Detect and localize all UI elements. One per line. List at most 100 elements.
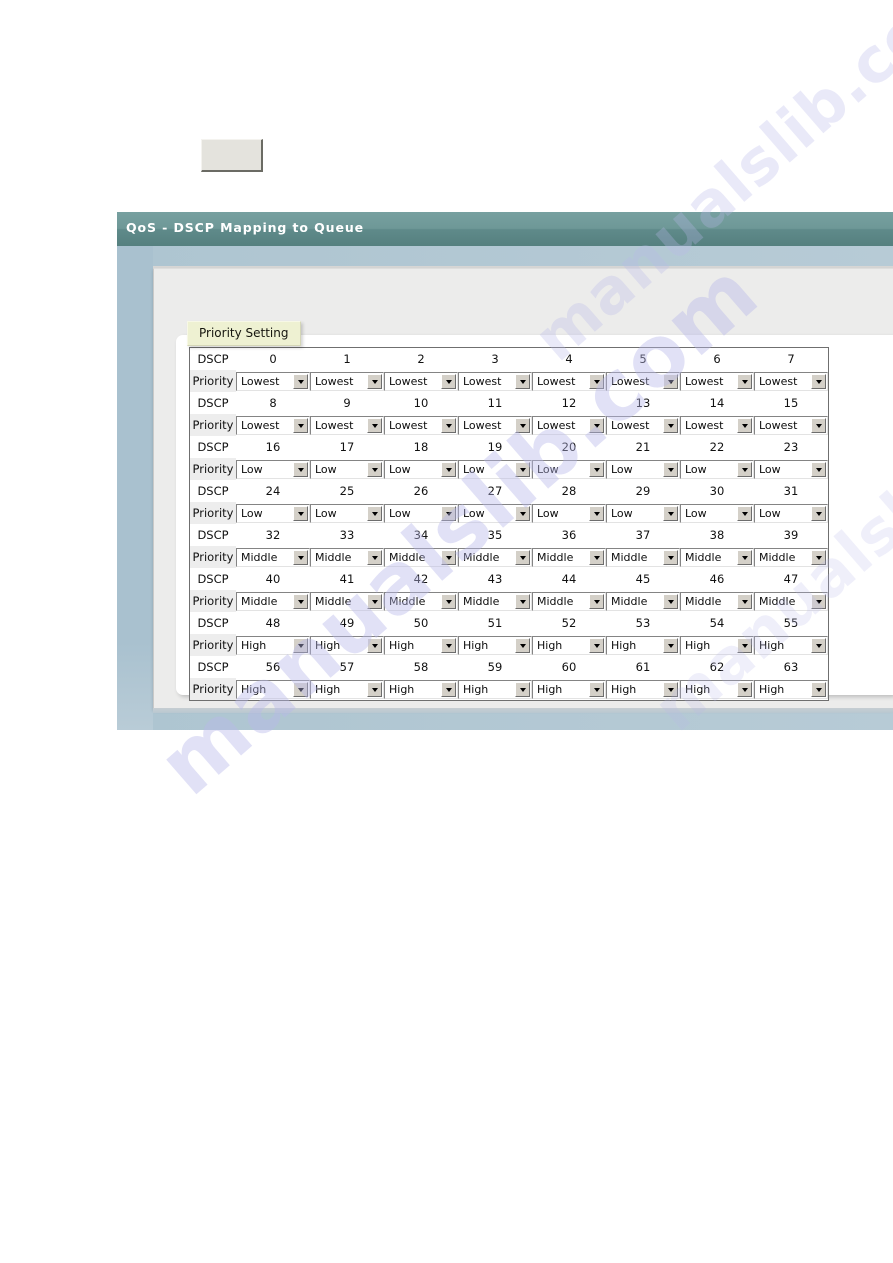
chevron-down-icon[interactable] (663, 461, 678, 477)
chevron-down-icon[interactable] (367, 637, 382, 653)
chevron-down-icon[interactable] (589, 593, 604, 609)
chevron-down-icon[interactable] (441, 417, 456, 433)
priority-select-dscp-62[interactable]: High (680, 679, 754, 699)
chevron-down-icon[interactable] (293, 505, 308, 521)
chevron-down-icon[interactable] (811, 549, 826, 565)
tab-priority-setting[interactable]: Priority Setting (187, 321, 301, 346)
chevron-down-icon[interactable] (737, 637, 752, 653)
priority-select-dscp-20[interactable]: Low (532, 459, 606, 479)
chevron-down-icon[interactable] (293, 549, 308, 565)
priority-select-dscp-40[interactable]: Middle (236, 591, 310, 611)
priority-select-dscp-26[interactable]: Low (384, 503, 458, 523)
priority-select-dscp-36[interactable]: Middle (532, 547, 606, 567)
priority-select-dscp-53[interactable]: High (606, 635, 680, 655)
chevron-down-icon[interactable] (441, 681, 456, 697)
chevron-down-icon[interactable] (293, 417, 308, 433)
chevron-down-icon[interactable] (441, 505, 456, 521)
chevron-down-icon[interactable] (737, 373, 752, 389)
priority-select-dscp-4[interactable]: Lowest (532, 371, 606, 391)
chevron-down-icon[interactable] (811, 593, 826, 609)
priority-select-dscp-59[interactable]: High (458, 679, 532, 699)
priority-select-dscp-18[interactable]: Low (384, 459, 458, 479)
chevron-down-icon[interactable] (293, 681, 308, 697)
priority-select-dscp-30[interactable]: Low (680, 503, 754, 523)
priority-select-dscp-55[interactable]: High (754, 635, 828, 655)
priority-select-dscp-1[interactable]: Lowest (310, 371, 384, 391)
priority-select-dscp-6[interactable]: Lowest (680, 371, 754, 391)
chevron-down-icon[interactable] (737, 417, 752, 433)
chevron-down-icon[interactable] (515, 505, 530, 521)
chevron-down-icon[interactable] (589, 373, 604, 389)
chevron-down-icon[interactable] (811, 637, 826, 653)
chevron-down-icon[interactable] (737, 461, 752, 477)
chevron-down-icon[interactable] (589, 549, 604, 565)
chevron-down-icon[interactable] (589, 637, 604, 653)
priority-select-dscp-32[interactable]: Middle (236, 547, 310, 567)
chevron-down-icon[interactable] (811, 681, 826, 697)
priority-select-dscp-7[interactable]: Lowest (754, 371, 828, 391)
chevron-down-icon[interactable] (515, 681, 530, 697)
chevron-down-icon[interactable] (811, 373, 826, 389)
priority-select-dscp-50[interactable]: High (384, 635, 458, 655)
chevron-down-icon[interactable] (515, 417, 530, 433)
chevron-down-icon[interactable] (663, 681, 678, 697)
chevron-down-icon[interactable] (737, 549, 752, 565)
chevron-down-icon[interactable] (663, 593, 678, 609)
priority-select-dscp-13[interactable]: Lowest (606, 415, 680, 435)
chevron-down-icon[interactable] (367, 505, 382, 521)
priority-select-dscp-43[interactable]: Middle (458, 591, 532, 611)
priority-select-dscp-22[interactable]: Low (680, 459, 754, 479)
chevron-down-icon[interactable] (293, 373, 308, 389)
chevron-down-icon[interactable] (811, 505, 826, 521)
priority-select-dscp-28[interactable]: Low (532, 503, 606, 523)
priority-select-dscp-39[interactable]: Middle (754, 547, 828, 567)
chevron-down-icon[interactable] (515, 373, 530, 389)
priority-select-dscp-61[interactable]: High (606, 679, 680, 699)
priority-select-dscp-29[interactable]: Low (606, 503, 680, 523)
priority-select-dscp-54[interactable]: High (680, 635, 754, 655)
top-placeholder-button[interactable] (201, 139, 263, 172)
priority-select-dscp-3[interactable]: Lowest (458, 371, 532, 391)
priority-select-dscp-46[interactable]: Middle (680, 591, 754, 611)
priority-select-dscp-44[interactable]: Middle (532, 591, 606, 611)
priority-select-dscp-51[interactable]: High (458, 635, 532, 655)
chevron-down-icon[interactable] (367, 681, 382, 697)
chevron-down-icon[interactable] (293, 637, 308, 653)
priority-select-dscp-47[interactable]: Middle (754, 591, 828, 611)
chevron-down-icon[interactable] (515, 549, 530, 565)
priority-select-dscp-31[interactable]: Low (754, 503, 828, 523)
priority-select-dscp-60[interactable]: High (532, 679, 606, 699)
priority-select-dscp-37[interactable]: Middle (606, 547, 680, 567)
priority-select-dscp-10[interactable]: Lowest (384, 415, 458, 435)
chevron-down-icon[interactable] (293, 593, 308, 609)
chevron-down-icon[interactable] (589, 681, 604, 697)
chevron-down-icon[interactable] (811, 461, 826, 477)
priority-select-dscp-8[interactable]: Lowest (236, 415, 310, 435)
chevron-down-icon[interactable] (441, 461, 456, 477)
chevron-down-icon[interactable] (589, 461, 604, 477)
priority-select-dscp-24[interactable]: Low (236, 503, 310, 523)
chevron-down-icon[interactable] (367, 373, 382, 389)
priority-select-dscp-45[interactable]: Middle (606, 591, 680, 611)
priority-select-dscp-21[interactable]: Low (606, 459, 680, 479)
priority-select-dscp-63[interactable]: High (754, 679, 828, 699)
chevron-down-icon[interactable] (737, 505, 752, 521)
chevron-down-icon[interactable] (367, 461, 382, 477)
priority-select-dscp-33[interactable]: Middle (310, 547, 384, 567)
priority-select-dscp-35[interactable]: Middle (458, 547, 532, 567)
priority-select-dscp-38[interactable]: Middle (680, 547, 754, 567)
chevron-down-icon[interactable] (589, 417, 604, 433)
chevron-down-icon[interactable] (367, 417, 382, 433)
chevron-down-icon[interactable] (737, 681, 752, 697)
priority-select-dscp-12[interactable]: Lowest (532, 415, 606, 435)
priority-select-dscp-48[interactable]: High (236, 635, 310, 655)
priority-select-dscp-57[interactable]: High (310, 679, 384, 699)
chevron-down-icon[interactable] (663, 549, 678, 565)
priority-select-dscp-5[interactable]: Lowest (606, 371, 680, 391)
chevron-down-icon[interactable] (663, 373, 678, 389)
chevron-down-icon[interactable] (367, 549, 382, 565)
chevron-down-icon[interactable] (811, 417, 826, 433)
priority-select-dscp-52[interactable]: High (532, 635, 606, 655)
chevron-down-icon[interactable] (663, 637, 678, 653)
chevron-down-icon[interactable] (293, 461, 308, 477)
